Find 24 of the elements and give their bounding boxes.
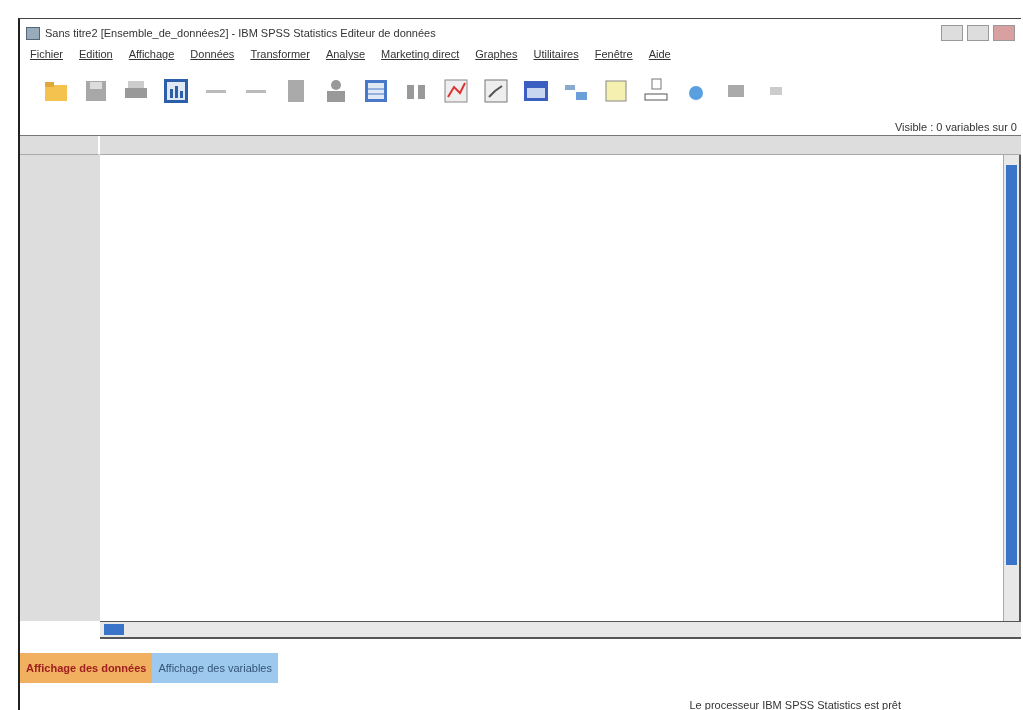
view-tab[interactable]: Affichage des variables [152, 653, 278, 683]
menu-item[interactable]: Graphes [467, 46, 526, 62]
view-tab[interactable]: Affichage des données [20, 653, 153, 683]
horizontal-scrollbar[interactable] [100, 621, 1021, 639]
menu-item[interactable]: Données [182, 46, 243, 62]
visible-variables-label: Visible : 0 variables sur 0 [893, 120, 1018, 135]
app-icon [26, 26, 40, 40]
note-icon[interactable] [602, 77, 630, 105]
menu-item[interactable]: Affichage [120, 46, 183, 62]
menu-item[interactable]: Fichier [22, 46, 71, 62]
table-icon[interactable] [362, 77, 390, 105]
menu-item[interactable]: Marketing direct [373, 46, 468, 62]
chart-icon[interactable] [442, 77, 470, 105]
dialog-icon[interactable] [162, 77, 190, 105]
menu-item[interactable]: Fenêtre [586, 46, 641, 62]
maximize-button[interactable] [967, 25, 989, 41]
menu-item[interactable]: Edition [71, 46, 121, 62]
minimize-button[interactable] [941, 25, 963, 41]
window-title: Sans titre2 [Ensemble_de_données2] - IBM SPSS Statistics Editeur de données [45, 27, 436, 39]
menu-item[interactable]: Transformer [242, 46, 318, 62]
menu-item[interactable]: Analyse [317, 46, 373, 62]
menu-item[interactable]: Aide [640, 46, 679, 62]
menu-item[interactable]: Utilitaires [525, 46, 587, 62]
vertical-scrollbar[interactable] [1003, 155, 1021, 621]
